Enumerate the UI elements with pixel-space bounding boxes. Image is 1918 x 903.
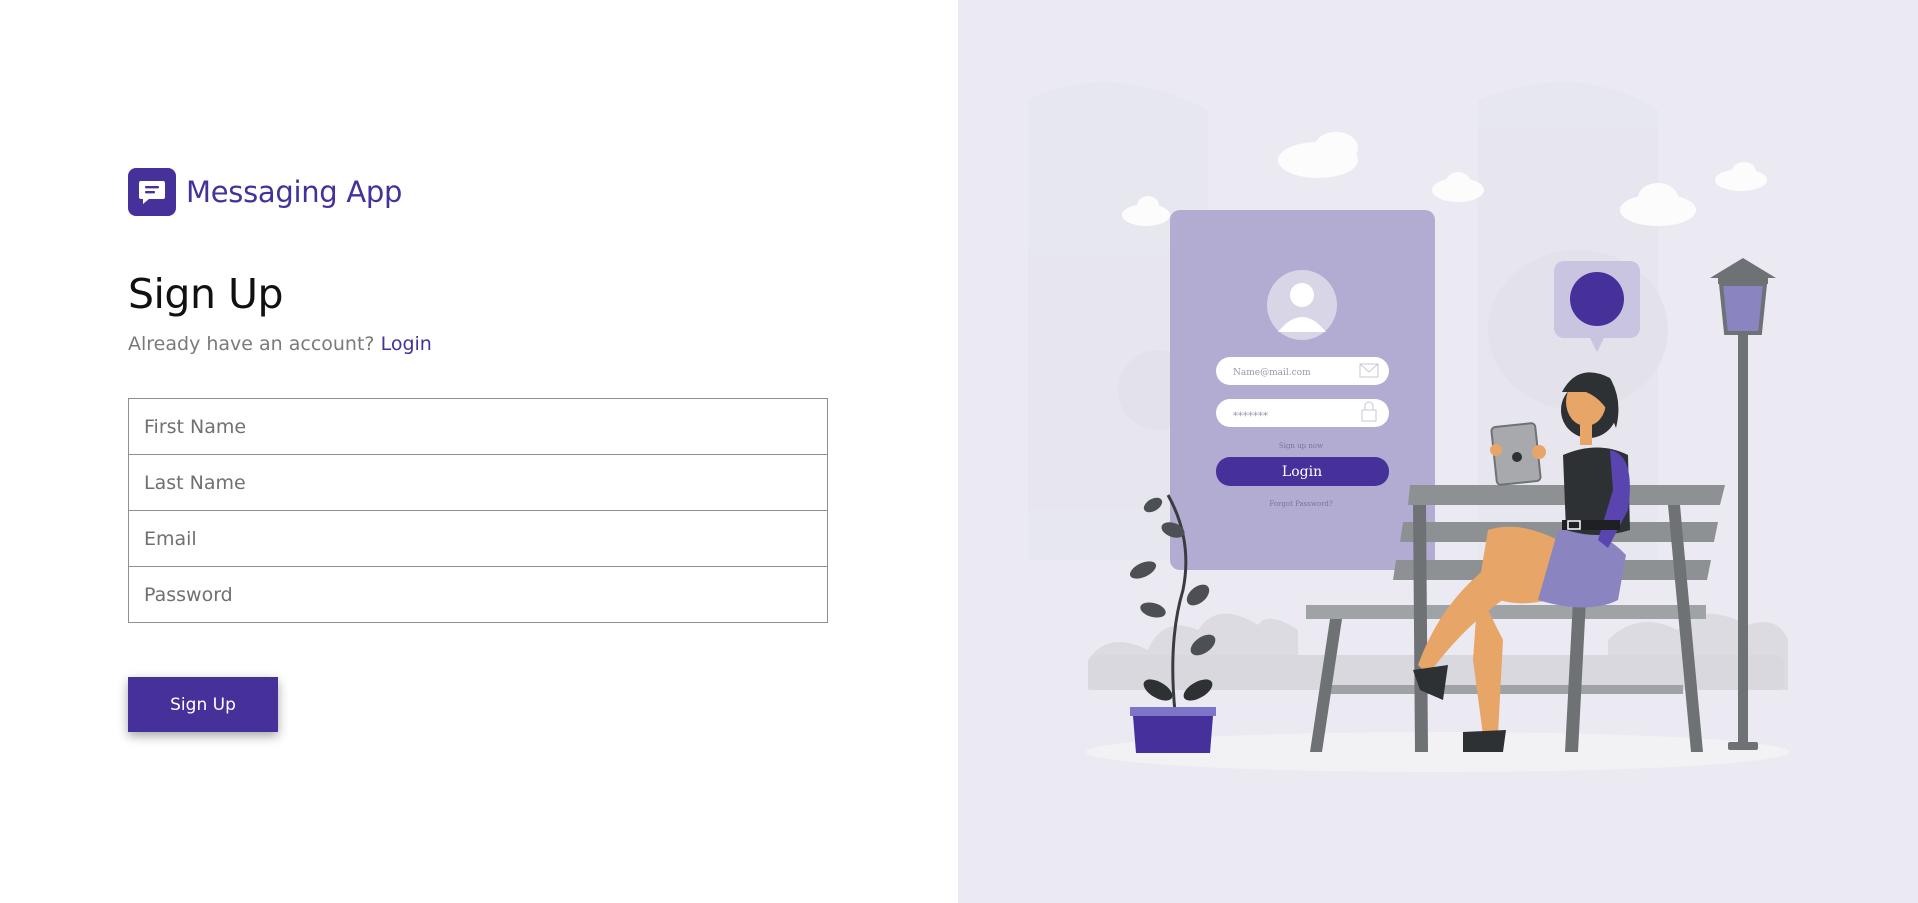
login-prompt: Already have an account? Login [128, 333, 432, 355]
password-input[interactable] [129, 567, 827, 622]
email-input[interactable] [129, 511, 827, 566]
card-background [1170, 210, 1435, 570]
first-name-input[interactable] [129, 399, 827, 454]
first-name-field-wrapper [128, 398, 828, 455]
card-signup-hint: Sign up now [1279, 442, 1323, 450]
card-email-placeholder: Name@mail.com [1233, 368, 1311, 378]
chat-bubble-icon [128, 168, 176, 216]
page-title: Sign Up [128, 270, 284, 318]
brand: Messaging App [128, 168, 402, 216]
cloud-icon [1432, 172, 1484, 202]
signup-page: Messaging App Sign Up Already have an ac… [0, 0, 1918, 903]
password-field-wrapper [128, 566, 828, 623]
illustration-login-card: Name@mail.com ******* Sign up now Login … [1170, 210, 1435, 570]
login-prompt-text: Already have an account? [128, 333, 375, 355]
signup-panel: Messaging App Sign Up Already have an ac… [0, 0, 958, 903]
card-forgot-text: Forgot Password? [1269, 500, 1333, 508]
card-password-mask: ******* [1233, 411, 1268, 422]
brand-name: Messaging App [186, 175, 403, 209]
cloud-icon [1715, 162, 1767, 191]
cloud-icon [1278, 132, 1358, 178]
last-name-field-wrapper [128, 454, 828, 511]
signup-button[interactable]: Sign Up [128, 677, 278, 732]
card-login-label: Login [1282, 464, 1322, 480]
email-field-wrapper [128, 510, 828, 567]
signup-illustration: Name@mail.com ******* Sign up now Login … [1028, 82, 1790, 772]
signup-form [128, 398, 828, 623]
user-icon [1290, 283, 1314, 307]
login-link[interactable]: Login [381, 333, 432, 355]
illustration-panel: Name@mail.com ******* Sign up now Login … [958, 0, 1918, 903]
last-name-input[interactable] [129, 455, 827, 510]
